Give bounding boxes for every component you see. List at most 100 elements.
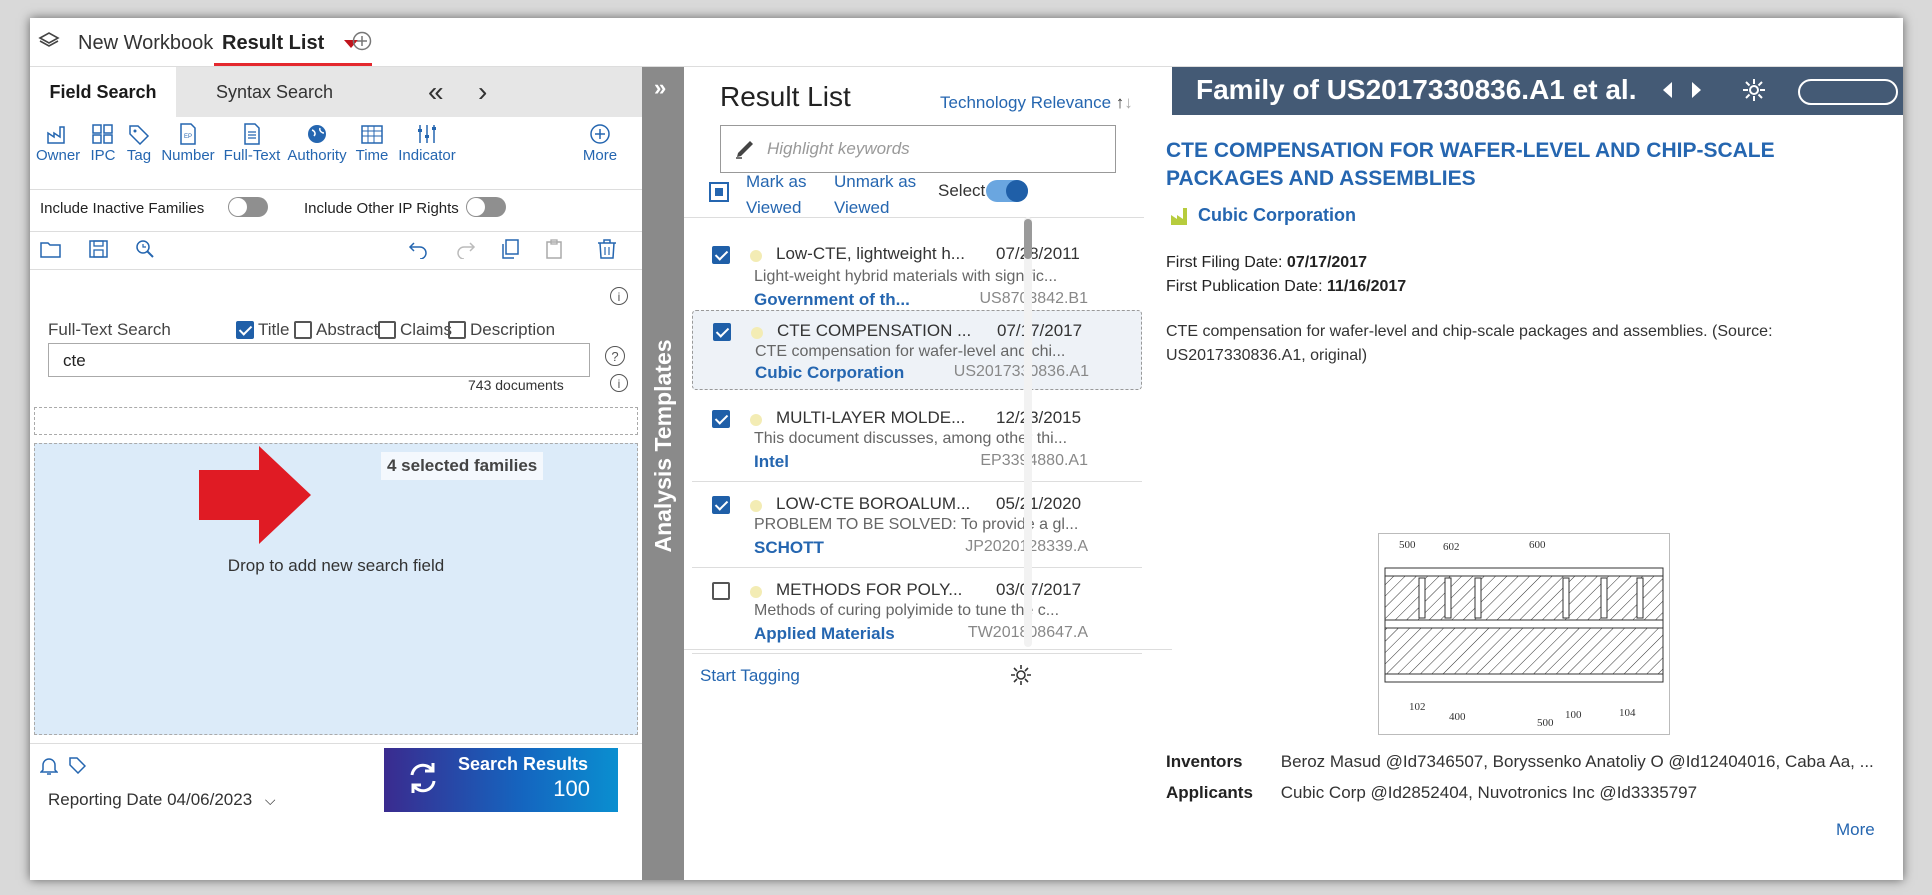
tool-number[interactable]: EP Number (160, 123, 216, 164)
family-title[interactable]: CTE COMPENSATION FOR WAFER-LEVEL AND CHI… (1166, 137, 1806, 193)
mark-as-viewed-link[interactable]: Mark as Viewed (746, 169, 826, 221)
tool-authority[interactable]: Authority (282, 123, 352, 164)
count-info-icon[interactable]: i (610, 374, 628, 392)
item-title: LOW-CTE BOROALUM... (776, 494, 971, 513)
item-description: Light-weight hybrid materials with signi… (754, 268, 1058, 285)
item-owner[interactable]: Cubic Corporation (755, 363, 904, 383)
header-pill-toggle[interactable] (1798, 79, 1898, 105)
start-tagging-link[interactable]: Start Tagging (700, 666, 800, 686)
description-checkbox[interactable] (448, 321, 466, 339)
select-toggle[interactable] (986, 180, 1028, 202)
more-link[interactable]: More (1836, 820, 1875, 840)
title-checkbox[interactable] (236, 321, 254, 339)
result-list-scroll-thumb[interactable] (1024, 219, 1032, 259)
item-date: 12/23/2015 (996, 408, 1082, 427)
include-toggles: Include Inactive Families Include Other … (30, 191, 642, 232)
claims-option[interactable]: Claims (378, 320, 452, 340)
chevron-right-icon[interactable]: › (478, 67, 487, 117)
fulltext-label: Full-Text Search (48, 320, 171, 339)
relevance-dot (750, 586, 762, 598)
tool-tag[interactable]: Tag (124, 123, 154, 164)
tab-new-workbook[interactable]: New Workbook (78, 18, 213, 66)
search-results-button[interactable]: Search Results 100 (384, 748, 618, 812)
item-checkbox[interactable] (712, 410, 730, 428)
item-checkbox[interactable] (712, 246, 730, 264)
include-other-ip-toggle[interactable] (466, 197, 506, 217)
copy-icon[interactable] (500, 239, 522, 264)
item-owner[interactable]: SCHOTT (754, 538, 824, 558)
selected-families-badge: 4 selected families (381, 452, 544, 480)
tool-full-text[interactable]: Full-Text (222, 123, 282, 164)
empty-search-field-slot[interactable] (34, 407, 638, 435)
unmark-as-viewed-link[interactable]: Unmark as Viewed (834, 169, 924, 221)
include-inactive-toggle[interactable] (228, 197, 268, 217)
result-item[interactable]: MULTI-LAYER MOLDE... 12/23/2015 This doc… (692, 396, 1142, 482)
title-option[interactable]: Title (236, 320, 290, 340)
info-icon[interactable]: i (610, 287, 628, 305)
item-owner[interactable]: Intel (754, 452, 789, 472)
reporting-date-value: 04/06/2023 (167, 790, 253, 809)
item-checkbox[interactable] (712, 496, 730, 514)
document-count: 743 documents (468, 377, 564, 393)
tool-more[interactable]: More (580, 123, 620, 164)
help-icon[interactable]: ? (605, 346, 625, 366)
gear-icon[interactable] (1010, 664, 1032, 691)
drawing-label: 600 (1529, 539, 1546, 551)
result-item[interactable]: METHODS FOR POLY... 03/07/2017 Methods o… (692, 568, 1142, 654)
item-description: PROBLEM TO BE SOLVED: To provide a gl... (754, 516, 1079, 533)
tool-indicator[interactable]: Indicator (394, 123, 460, 164)
tab-syntax-search[interactable]: Syntax Search « › (176, 67, 642, 117)
reporting-date[interactable]: Reporting Date 04/06/2023 ⌵ (48, 790, 276, 810)
analysis-templates-bar[interactable]: » Analysis Templates (642, 67, 684, 880)
item-checkbox[interactable] (713, 323, 731, 341)
result-item-selected[interactable]: CTE COMPENSATION ... 07/17/2017 CTE comp… (692, 310, 1142, 390)
result-item[interactable]: LOW-CTE BOROALUM... 05/21/2020 PROBLEM T… (692, 482, 1142, 568)
trash-icon[interactable] (596, 239, 618, 264)
double-chevron-left-icon[interactable]: « (428, 67, 444, 117)
bell-icon[interactable] (39, 756, 59, 781)
tab-result-list[interactable]: Result List (214, 18, 372, 66)
folder-open-icon[interactable] (40, 239, 62, 264)
tool-ipc-label: IPC (90, 147, 116, 164)
highlight-keywords-input[interactable]: Highlight keywords (720, 125, 1116, 173)
mark-viewed-icon[interactable] (708, 181, 730, 208)
tag-small-icon[interactable] (68, 756, 87, 779)
item-date: 05/21/2020 (996, 494, 1082, 513)
tool-ipc[interactable]: IPC (88, 123, 118, 164)
result-list-scrollbar[interactable] (1024, 217, 1032, 647)
tool-time[interactable]: Time (352, 123, 392, 164)
add-tab-icon[interactable] (352, 31, 372, 56)
abstract-option[interactable]: Abstract (294, 320, 378, 340)
sort-selector[interactable]: Technology Relevance ↑↓ (940, 93, 1133, 113)
abstract-checkbox[interactable] (294, 321, 312, 339)
tab-field-search[interactable]: Field Search (30, 67, 177, 117)
item-date: 03/07/2017 (996, 580, 1082, 599)
drop-zone-text: Drop to add new search field (227, 556, 445, 575)
paste-icon[interactable] (544, 239, 566, 264)
item-date: 07/17/2017 (997, 321, 1083, 340)
item-checkbox[interactable] (712, 582, 730, 600)
undo-icon[interactable] (408, 239, 430, 264)
search-results-label: Search Results (458, 754, 589, 774)
fulltext-query-input[interactable]: cte (48, 343, 590, 377)
tool-owner[interactable]: Owner (36, 123, 80, 164)
relevance-dot (750, 500, 762, 512)
expand-icon[interactable]: » (654, 75, 666, 101)
relevance-dot (750, 414, 762, 426)
drop-zone[interactable]: 4 selected families Drop to add new sear… (34, 443, 638, 735)
tool-number-label: Number (161, 147, 215, 164)
applicant-company[interactable]: Cubic Corporation (1198, 205, 1356, 226)
settings-gear-icon[interactable] (1742, 78, 1766, 107)
save-icon[interactable] (88, 239, 110, 264)
item-owner[interactable]: Government of th... (754, 290, 910, 310)
query-actions (30, 233, 642, 270)
item-owner[interactable]: Applied Materials (754, 624, 895, 644)
patent-drawing[interactable]: 500 602 600 102 400 500 100 104 (1378, 533, 1670, 735)
chevron-down-icon[interactable]: ⌵ (265, 792, 276, 809)
previous-icon[interactable] (1660, 80, 1674, 105)
search-history-icon[interactable] (134, 239, 156, 264)
claims-checkbox[interactable] (378, 321, 396, 339)
description-option[interactable]: Description (448, 320, 555, 340)
redo-icon[interactable] (454, 239, 476, 264)
next-icon[interactable] (1690, 80, 1704, 105)
